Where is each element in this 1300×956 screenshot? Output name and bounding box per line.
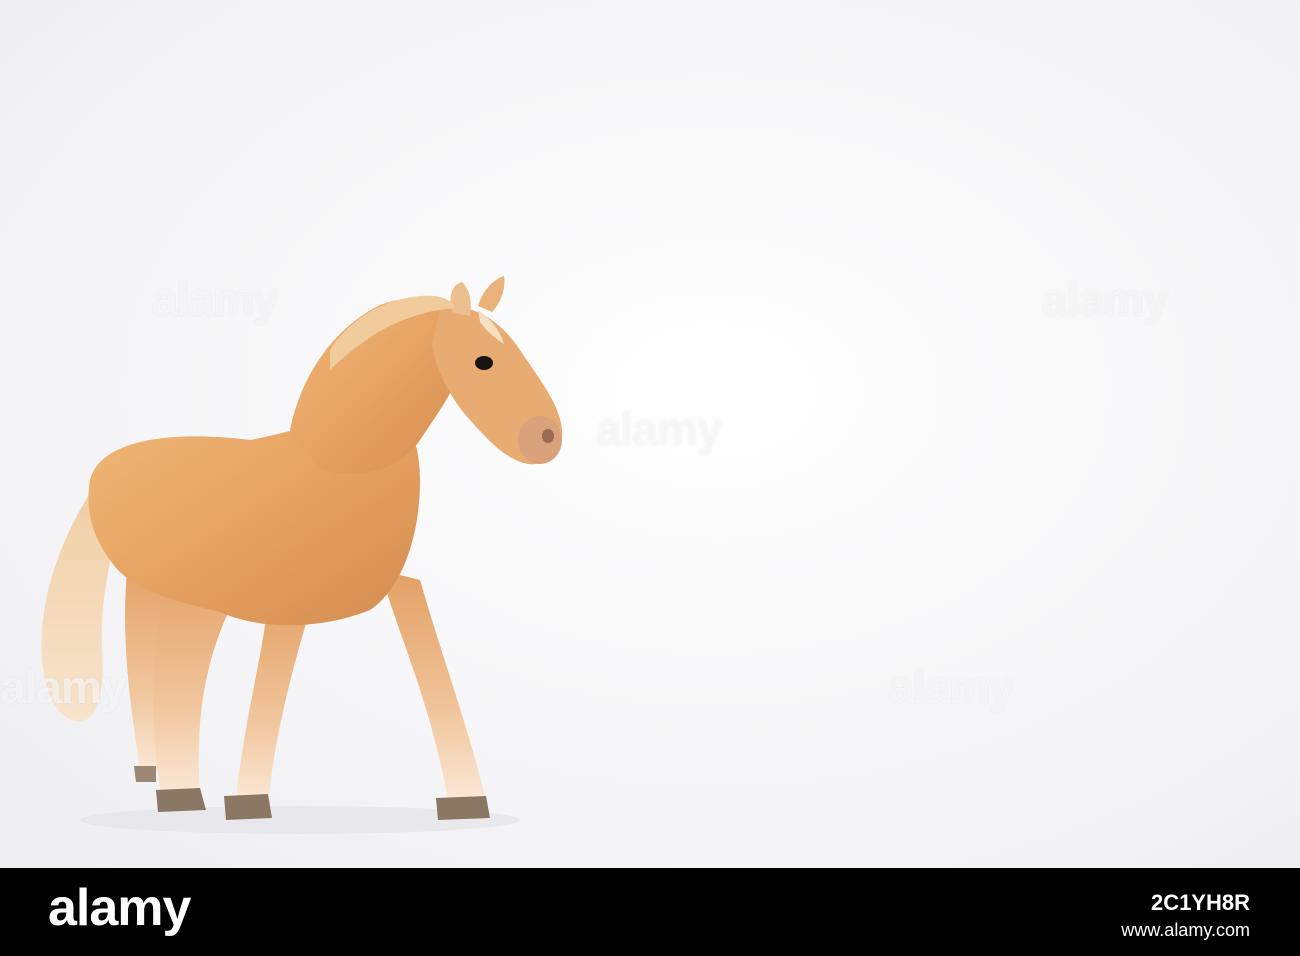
watermark: alamy bbox=[596, 403, 722, 455]
watermark: alamy bbox=[152, 273, 278, 325]
site-link[interactable]: www.alamy.com bbox=[1121, 920, 1250, 941]
brand-logo[interactable]: alamy bbox=[48, 878, 191, 938]
watermark: alamy bbox=[888, 661, 1014, 713]
footer-bar: alamy 2C1YH8R www.alamy.com bbox=[0, 868, 1300, 956]
watermark: alamy bbox=[0, 661, 126, 713]
stock-photo: alamy alamy alamy alamy alamy bbox=[0, 0, 1300, 868]
watermark: alamy bbox=[1042, 273, 1168, 325]
image-code: 2C1YH8R bbox=[1150, 890, 1250, 915]
